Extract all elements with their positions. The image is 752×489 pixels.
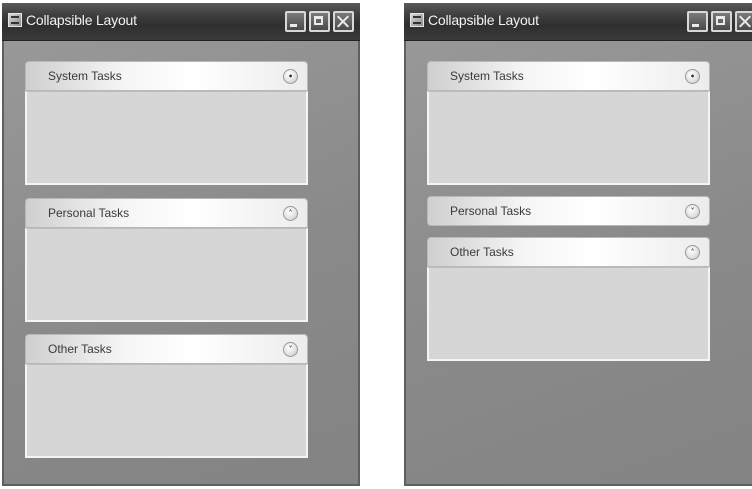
panel-title: Other Tasks: [450, 245, 514, 259]
panel-toggle-icon[interactable]: ˄: [283, 206, 298, 221]
window-right: Collapsible Layout System Tasks • Person…: [404, 3, 752, 486]
panel-toggle-icon[interactable]: •: [685, 69, 700, 84]
window-title: Collapsible Layout: [428, 12, 539, 28]
panel-title: Other Tasks: [48, 342, 112, 356]
maximize-button[interactable]: [309, 11, 330, 32]
panel-header[interactable]: System Tasks •: [25, 61, 308, 91]
minimize-button[interactable]: [285, 11, 306, 32]
app-icon: [410, 13, 424, 27]
panel-toggle-icon[interactable]: ˅: [283, 342, 298, 357]
panel-header[interactable]: Personal Tasks ˄: [25, 198, 308, 228]
panel-system-tasks: System Tasks •: [25, 61, 308, 185]
panel-title: System Tasks: [48, 69, 122, 83]
panel-body: [25, 91, 308, 185]
panel-system-tasks: System Tasks •: [427, 61, 710, 185]
app-icon: [8, 13, 22, 27]
panel-body: [427, 91, 710, 185]
panel-title: Personal Tasks: [48, 206, 130, 220]
panel-other-tasks: Other Tasks ˄: [427, 237, 710, 361]
panel-header[interactable]: Other Tasks ˄: [427, 237, 710, 267]
close-button[interactable]: [333, 11, 354, 32]
maximize-button[interactable]: [711, 11, 732, 32]
title-bar[interactable]: Collapsible Layout: [2, 3, 360, 41]
window-left: Collapsible Layout System Tasks • Person…: [2, 3, 360, 486]
panel-personal-tasks: Personal Tasks ˄: [25, 198, 308, 322]
panel-personal-tasks: Personal Tasks ˅: [427, 196, 710, 226]
panel-body: [25, 228, 308, 322]
panel-body: [427, 267, 710, 361]
panel-header[interactable]: System Tasks •: [427, 61, 710, 91]
panel-header[interactable]: Personal Tasks ˅: [427, 196, 710, 226]
panel-toggle-icon[interactable]: ˄: [685, 245, 700, 260]
panel-body: [25, 364, 308, 458]
window-title: Collapsible Layout: [26, 12, 137, 28]
panel-toggle-icon[interactable]: •: [283, 69, 298, 84]
close-button[interactable]: [735, 11, 752, 32]
title-bar[interactable]: Collapsible Layout: [404, 3, 752, 41]
panel-other-tasks: Other Tasks ˅: [25, 334, 308, 458]
minimize-button[interactable]: [687, 11, 708, 32]
panel-header[interactable]: Other Tasks ˅: [25, 334, 308, 364]
panel-title: System Tasks: [450, 69, 524, 83]
panel-title: Personal Tasks: [450, 204, 532, 218]
panel-toggle-icon[interactable]: ˅: [685, 204, 700, 219]
